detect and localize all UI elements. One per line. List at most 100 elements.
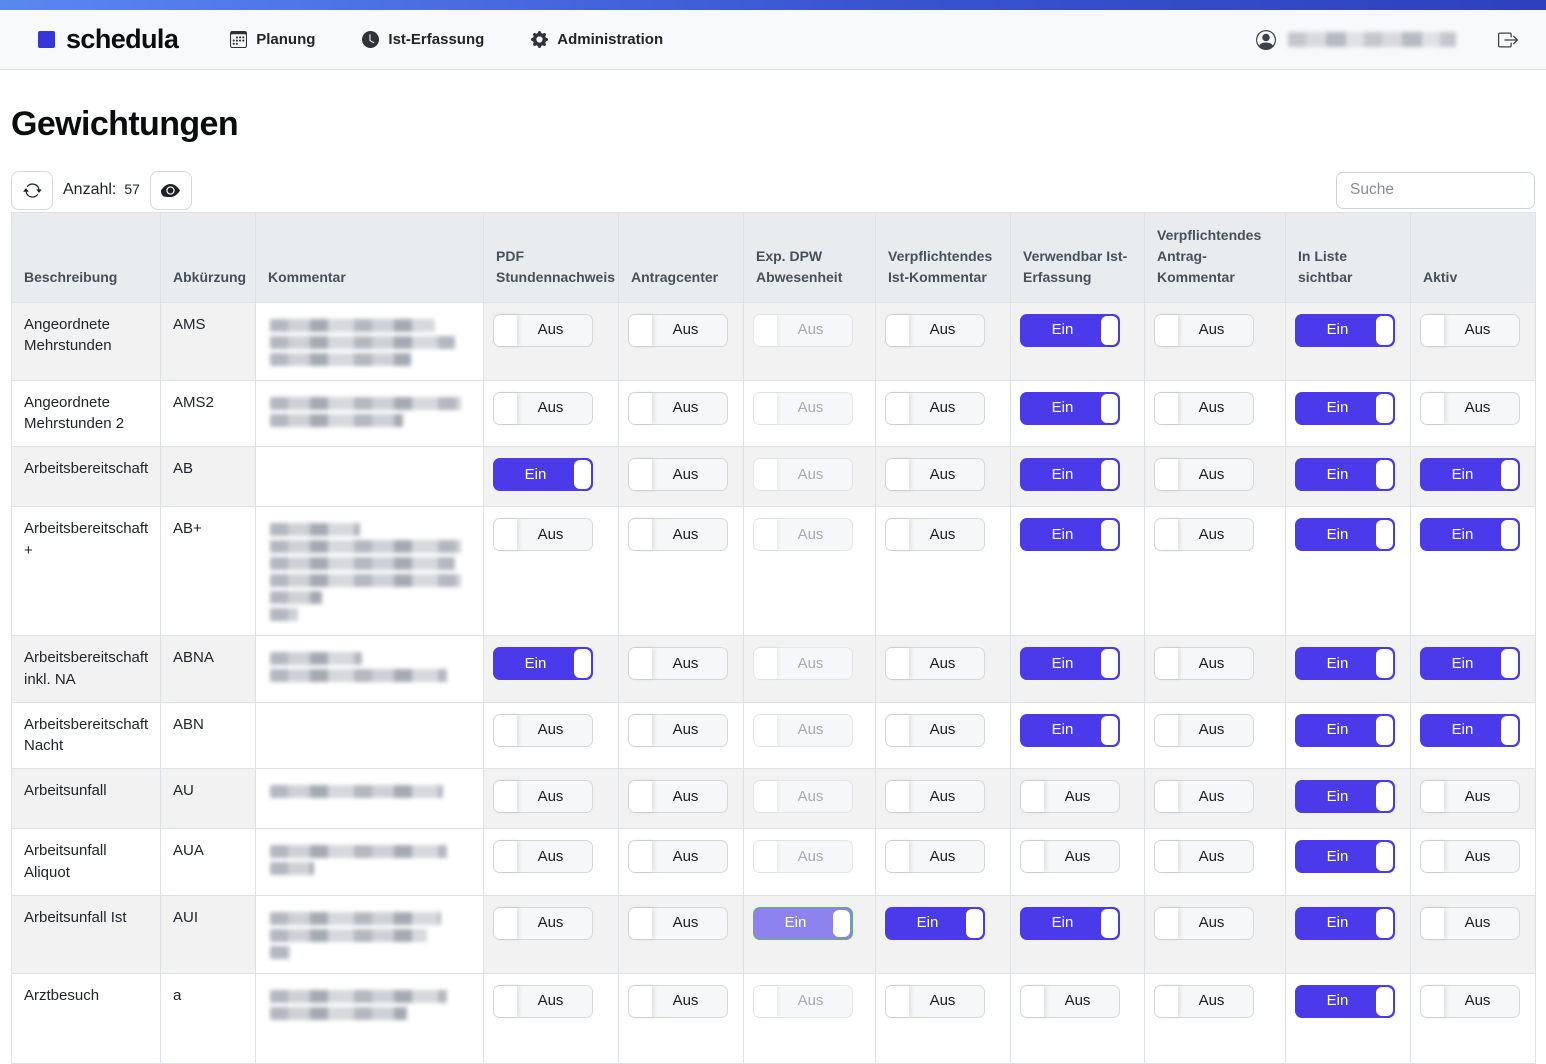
toggle-aktiv[interactable]: Aus bbox=[1420, 392, 1520, 425]
toggle-antragcenter[interactable]: Aus bbox=[628, 647, 728, 680]
toggle-in-liste-sichtbar[interactable]: Ein bbox=[1295, 780, 1395, 813]
toggle-verwendbar-ist-erfassung[interactable]: Aus bbox=[1020, 780, 1120, 813]
toggle-verwendbar-ist-erfassung[interactable]: Aus bbox=[1020, 985, 1120, 1018]
toggle-verpflichtendes-antrag-kommentar[interactable]: Aus bbox=[1154, 840, 1254, 873]
toggle-aktiv[interactable]: Ein bbox=[1420, 714, 1520, 747]
toggle-verwendbar-ist-erfassung[interactable]: Ein bbox=[1020, 714, 1120, 747]
cell-beschreibung: Angeordnete Mehrstunden 2 bbox=[12, 380, 161, 447]
toggle-antragcenter[interactable]: Aus bbox=[628, 714, 728, 747]
toggle-label: Ein bbox=[1052, 319, 1089, 341]
toggle-verpflichtendes-ist-kommentar[interactable]: Aus bbox=[885, 780, 985, 813]
toggle-antragcenter[interactable]: Aus bbox=[628, 314, 728, 347]
toggle-verpflichtendes-ist-kommentar[interactable]: Aus bbox=[885, 647, 985, 680]
toggle-knob bbox=[494, 908, 517, 939]
toggle-aktiv[interactable]: Ein bbox=[1420, 518, 1520, 551]
redacted-text-line bbox=[270, 574, 461, 587]
toggle-in-liste-sichtbar[interactable]: Ein bbox=[1295, 840, 1395, 873]
toggle-verpflichtendes-ist-kommentar[interactable]: Ein bbox=[885, 907, 985, 940]
toggle-in-liste-sichtbar[interactable]: Ein bbox=[1295, 392, 1395, 425]
nav-item-ist-erfassung[interactable]: Ist-Erfassung bbox=[362, 31, 484, 48]
nav-item-planung[interactable]: Planung bbox=[230, 31, 315, 48]
refresh-button[interactable] bbox=[11, 171, 53, 210]
toggle-verpflichtendes-antrag-kommentar[interactable]: Aus bbox=[1154, 907, 1254, 940]
toggle-verpflichtendes-ist-kommentar[interactable]: Aus bbox=[885, 518, 985, 551]
toggle-verpflichtendes-ist-kommentar[interactable]: Aus bbox=[885, 714, 985, 747]
toggle-pdf-stundennachweis[interactable]: Aus bbox=[493, 518, 593, 551]
toggle-aktiv[interactable]: Ein bbox=[1420, 647, 1520, 680]
visibility-button[interactable] bbox=[150, 171, 192, 210]
toggle-knob bbox=[754, 393, 777, 424]
toggle-knob bbox=[1155, 715, 1178, 746]
cell-verwendbar-ist-erfassung: Ein bbox=[1011, 507, 1145, 636]
app-header: schedula Planung Ist-Erfassung Administr… bbox=[0, 10, 1546, 70]
cell-kommentar bbox=[256, 895, 484, 973]
toggle-verwendbar-ist-erfassung[interactable]: Ein bbox=[1020, 907, 1120, 940]
toggle-pdf-stundennachweis[interactable]: Ein bbox=[493, 647, 593, 680]
toggle-aktiv[interactable]: Aus bbox=[1420, 907, 1520, 940]
toggle-in-liste-sichtbar[interactable]: Ein bbox=[1295, 985, 1395, 1018]
toggle-verpflichtendes-antrag-kommentar[interactable]: Aus bbox=[1154, 780, 1254, 813]
toggle-knob bbox=[1155, 986, 1178, 1017]
toggle-verpflichtendes-ist-kommentar[interactable]: Aus bbox=[885, 458, 985, 491]
toggle-verpflichtendes-antrag-kommentar[interactable]: Aus bbox=[1154, 518, 1254, 551]
toggle-verpflichtendes-antrag-kommentar[interactable]: Aus bbox=[1154, 714, 1254, 747]
cell-verpflichtendes-antrag-kommentar: Aus bbox=[1145, 507, 1286, 636]
toggle-verpflichtendes-antrag-kommentar[interactable]: Aus bbox=[1154, 458, 1254, 491]
toggle-aktiv[interactable]: Aus bbox=[1420, 985, 1520, 1018]
toggle-verpflichtendes-ist-kommentar[interactable]: Aus bbox=[885, 985, 985, 1018]
brand[interactable]: schedula bbox=[38, 24, 178, 55]
cell-in-liste-sichtbar: Ein bbox=[1286, 895, 1411, 973]
toggle-pdf-stundennachweis[interactable]: Aus bbox=[493, 714, 593, 747]
toggle-pdf-stundennachweis[interactable]: Aus bbox=[493, 314, 593, 347]
cell-exp-dpw-abwesenheit: Aus bbox=[744, 380, 876, 447]
toggle-in-liste-sichtbar[interactable]: Ein bbox=[1295, 314, 1395, 347]
toggle-pdf-stundennachweis[interactable]: Aus bbox=[493, 780, 593, 813]
toggle-antragcenter[interactable]: Aus bbox=[628, 392, 728, 425]
toggle-antragcenter[interactable]: Aus bbox=[628, 907, 728, 940]
toggle-antragcenter[interactable]: Aus bbox=[628, 840, 728, 873]
toggle-pdf-stundennachweis[interactable]: Ein bbox=[493, 458, 593, 491]
toggle-verwendbar-ist-erfassung[interactable]: Ein bbox=[1020, 458, 1120, 491]
toggle-pdf-stundennachweis[interactable]: Aus bbox=[493, 392, 593, 425]
toggle-pdf-stundennachweis[interactable]: Aus bbox=[493, 840, 593, 873]
toggle-antragcenter[interactable]: Aus bbox=[628, 518, 728, 551]
toggle-verpflichtendes-ist-kommentar[interactable]: Aus bbox=[885, 840, 985, 873]
toggle-knob bbox=[1155, 841, 1178, 872]
toggle-aktiv[interactable]: Aus bbox=[1420, 314, 1520, 347]
toggle-verpflichtendes-ist-kommentar[interactable]: Aus bbox=[885, 392, 985, 425]
toggle-antragcenter[interactable]: Aus bbox=[628, 458, 728, 491]
toggle-verpflichtendes-antrag-kommentar[interactable]: Aus bbox=[1154, 314, 1254, 347]
toggle-verwendbar-ist-erfassung[interactable]: Ein bbox=[1020, 647, 1120, 680]
toggle-aktiv[interactable]: Ein bbox=[1420, 458, 1520, 491]
toggle-verwendbar-ist-erfassung[interactable]: Ein bbox=[1020, 392, 1120, 425]
cell-exp-dpw-abwesenheit: Aus bbox=[744, 302, 876, 380]
toggle-verpflichtendes-antrag-kommentar[interactable]: Aus bbox=[1154, 985, 1254, 1018]
toggle-verwendbar-ist-erfassung[interactable]: Aus bbox=[1020, 840, 1120, 873]
logout-button[interactable] bbox=[1498, 30, 1518, 50]
toggle-verpflichtendes-antrag-kommentar[interactable]: Aus bbox=[1154, 647, 1254, 680]
toggle-in-liste-sichtbar[interactable]: Ein bbox=[1295, 518, 1395, 551]
page-title: Gewichtungen bbox=[11, 103, 1546, 146]
toggle-in-liste-sichtbar[interactable]: Ein bbox=[1295, 907, 1395, 940]
cell-abkuerzung: AMS bbox=[161, 302, 256, 380]
toggle-verpflichtendes-antrag-kommentar[interactable]: Aus bbox=[1154, 392, 1254, 425]
redacted-comment bbox=[260, 307, 479, 376]
toggle-verwendbar-ist-erfassung[interactable]: Ein bbox=[1020, 314, 1120, 347]
toggle-exp-dpw-abwesenheit: Aus bbox=[753, 985, 853, 1018]
toggle-antragcenter[interactable]: Aus bbox=[628, 780, 728, 813]
toggle-verwendbar-ist-erfassung[interactable]: Ein bbox=[1020, 518, 1120, 551]
search-input[interactable] bbox=[1336, 172, 1535, 209]
table-row: ArbeitsunfallAUAusAusAusAusAusAusEinAus bbox=[12, 769, 1536, 829]
toggle-aktiv[interactable]: Aus bbox=[1420, 840, 1520, 873]
toggle-verpflichtendes-ist-kommentar[interactable]: Aus bbox=[885, 314, 985, 347]
toggle-aktiv[interactable]: Aus bbox=[1420, 780, 1520, 813]
toggle-in-liste-sichtbar[interactable]: Ein bbox=[1295, 647, 1395, 680]
nav-item-administration[interactable]: Administration bbox=[531, 31, 663, 48]
toggle-pdf-stundennachweis[interactable]: Aus bbox=[493, 907, 593, 940]
toggle-in-liste-sichtbar[interactable]: Ein bbox=[1295, 458, 1395, 491]
toggle-antragcenter[interactable]: Aus bbox=[628, 985, 728, 1018]
toggle-in-liste-sichtbar[interactable]: Ein bbox=[1295, 714, 1395, 747]
cell-abkuerzung: AU bbox=[161, 769, 256, 829]
toggle-pdf-stundennachweis[interactable]: Aus bbox=[493, 985, 593, 1018]
toggle-knob bbox=[1421, 781, 1444, 812]
